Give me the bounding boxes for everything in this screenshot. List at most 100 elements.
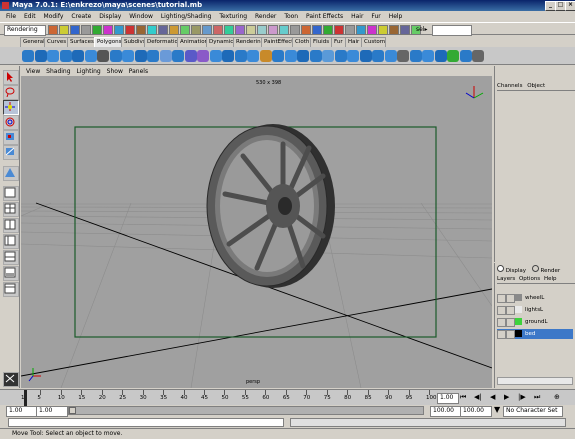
auto-key-icon[interactable]: ⊕ xyxy=(554,393,560,401)
status-line-icon[interactable] xyxy=(136,25,146,35)
status-line-icon[interactable] xyxy=(114,25,124,35)
shelf-tool-icon[interactable] xyxy=(347,50,359,62)
shelf-tool-icon[interactable] xyxy=(172,50,184,62)
shelf-tool-icon[interactable] xyxy=(297,50,309,62)
range-start-handle[interactable] xyxy=(69,407,76,414)
status-line-icon[interactable] xyxy=(81,25,91,35)
menu-window[interactable]: Window xyxy=(129,13,153,20)
shelf-tool-icon[interactable] xyxy=(47,50,59,62)
display-radio-icon[interactable] xyxy=(497,265,504,272)
status-line-icon[interactable] xyxy=(59,25,69,35)
shelf-tool-icon[interactable] xyxy=(134,50,147,62)
layout-persp-graph-icon[interactable] xyxy=(3,250,19,265)
layout-hypershade-icon[interactable] xyxy=(3,266,19,281)
shelf-tool-icon[interactable] xyxy=(384,50,397,62)
layer-visibility-toggle[interactable] xyxy=(497,306,506,315)
shelf-tool-icon[interactable] xyxy=(84,50,97,62)
perspective-viewport[interactable]: 530 x 398 persp xyxy=(21,76,492,388)
layout-four-icon[interactable] xyxy=(3,202,19,217)
menu-edit[interactable]: Edit xyxy=(24,13,36,20)
status-line-icon[interactable] xyxy=(378,25,388,35)
status-line-icon[interactable] xyxy=(147,25,157,35)
status-line-icon[interactable] xyxy=(334,25,344,35)
current-time-marker[interactable] xyxy=(24,390,27,406)
layer-menu-options[interactable]: Options xyxy=(519,276,540,282)
panel-menu-show[interactable]: Show xyxy=(107,68,123,75)
go-to-end-icon[interactable]: ⏭ xyxy=(534,393,540,402)
menu-paint-effects[interactable]: Paint Effects xyxy=(306,13,343,20)
menu-fur[interactable]: Fur xyxy=(371,13,380,20)
move-tool-icon[interactable] xyxy=(3,100,19,115)
shelf-tool-icon[interactable] xyxy=(472,50,484,62)
shelf-tool-icon[interactable] xyxy=(284,50,297,62)
shelf-tool-icon[interactable] xyxy=(359,50,372,62)
shelf-tool-icon[interactable] xyxy=(59,50,72,62)
layer-visibility-toggle[interactable] xyxy=(497,330,506,339)
layer-menu-layers[interactable]: Layers xyxy=(497,276,515,282)
menu-help[interactable]: Help xyxy=(389,13,403,20)
shelf-tool-icon[interactable] xyxy=(409,50,422,62)
status-line-icon[interactable] xyxy=(268,25,278,35)
shelf-tool-icon[interactable] xyxy=(322,50,334,62)
layout-custom-icon[interactable] xyxy=(3,282,19,297)
lasso-tool-icon[interactable] xyxy=(3,85,19,100)
shelf-tool-icon[interactable] xyxy=(247,50,259,62)
shelf-tool-icon[interactable] xyxy=(334,50,347,62)
shelf-tool-icon[interactable] xyxy=(22,50,34,62)
shelf-tool-icon[interactable] xyxy=(97,50,109,62)
character-set-dropdown-icon[interactable]: ▼ xyxy=(494,405,500,414)
scale-tool-icon[interactable] xyxy=(3,130,19,145)
shelf-tool-icon[interactable] xyxy=(459,50,472,62)
layer-type-toggle[interactable] xyxy=(506,318,515,327)
manipulator-tool-icon[interactable] xyxy=(3,145,19,160)
end-time-field[interactable]: 100.00 xyxy=(460,406,492,417)
shelf-tool-icon[interactable] xyxy=(272,50,284,62)
menu-hair[interactable]: Hair xyxy=(351,13,363,20)
layer-row[interactable]: bed xyxy=(497,329,573,339)
status-line-icon[interactable] xyxy=(257,25,267,35)
menu-mode-dropdown[interactable]: Rendering xyxy=(4,25,46,36)
shelf-tool-icon[interactable] xyxy=(372,50,384,62)
status-line-icon[interactable] xyxy=(312,25,322,35)
status-line-icon[interactable] xyxy=(48,25,58,35)
menu-display[interactable]: Display xyxy=(99,13,121,20)
go-to-start-icon[interactable]: ⏮ xyxy=(460,393,466,402)
status-line-icon[interactable] xyxy=(345,25,355,35)
panel-menu-shading[interactable]: Shading xyxy=(46,68,70,75)
rotate-tool-icon[interactable] xyxy=(3,115,19,130)
shelf-tool-icon[interactable] xyxy=(234,50,247,62)
shelf-tool-icon[interactable] xyxy=(309,50,322,62)
shelf-tool-icon[interactable] xyxy=(434,50,447,62)
character-set-field[interactable]: No Character Set xyxy=(503,406,563,417)
layer-color-swatch[interactable] xyxy=(515,318,522,325)
shelf-tab-deformation[interactable]: Deformation xyxy=(144,37,181,47)
panel-menu-lighting[interactable]: Lighting xyxy=(76,68,100,75)
step-back-icon[interactable]: ◀| xyxy=(474,393,482,401)
layout-two-icon[interactable] xyxy=(3,218,19,233)
panel-menu-view[interactable]: View xyxy=(26,68,40,75)
play-forward-icon[interactable]: ▶ xyxy=(504,393,509,401)
step-forward-icon[interactable]: |▶ xyxy=(518,393,526,401)
status-line-icon[interactable] xyxy=(290,25,300,35)
layer-row[interactable]: lightsL xyxy=(497,305,573,315)
command-input[interactable] xyxy=(8,418,284,427)
shelf-tool-icon[interactable] xyxy=(159,50,172,62)
script-editor-icon[interactable] xyxy=(3,372,19,387)
status-line-icon[interactable] xyxy=(158,25,168,35)
status-line-icon[interactable] xyxy=(400,25,410,35)
shelf-tab-painteffects[interactable]: PaintEffects xyxy=(261,37,296,47)
layer-color-swatch[interactable] xyxy=(515,294,522,301)
status-line-icon[interactable] xyxy=(323,25,333,35)
status-line-icon[interactable] xyxy=(224,25,234,35)
shelf-tool-icon[interactable] xyxy=(34,50,47,62)
menu-texturing[interactable]: Texturing xyxy=(219,13,247,20)
playback-start-field[interactable]: 1.00 xyxy=(36,406,68,417)
status-line-icon[interactable] xyxy=(180,25,190,35)
playback-end-field[interactable]: 100.00 xyxy=(430,406,462,417)
time-slider[interactable]: 1 5 10 15 20 25 30 35 40 45 50 55 60 65 70 75 80 85 90 95 10… xyxy=(0,389,575,406)
shelf-tab-custom[interactable]: Custom xyxy=(361,37,386,47)
selection-input[interactable] xyxy=(432,25,472,36)
view-cube-icon[interactable] xyxy=(465,86,484,99)
menu-render[interactable]: Render xyxy=(255,13,276,20)
menu-file[interactable]: File xyxy=(6,13,16,20)
